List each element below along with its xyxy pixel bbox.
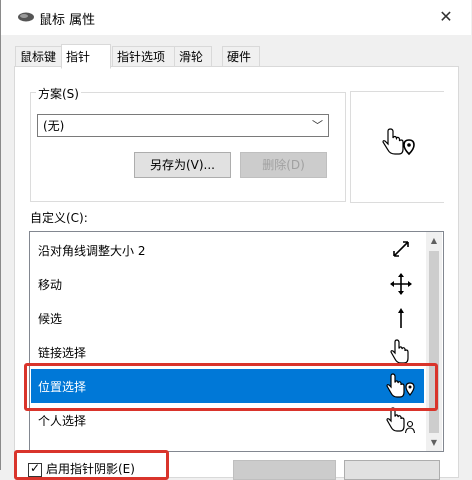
- list-item[interactable]: 候选: [31, 301, 424, 335]
- diagonal-resize-icon: [393, 241, 409, 257]
- mouse-app-icon: [18, 12, 34, 22]
- list-item[interactable]: 移动: [31, 267, 424, 301]
- delete-button[interactable]: 删除(D): [240, 152, 327, 178]
- tab-pointers[interactable]: 指针: [61, 44, 111, 69]
- use-default-button[interactable]: [233, 460, 336, 480]
- move-icon: [390, 273, 412, 295]
- scheme-select[interactable]: (无) ﹀: [37, 114, 329, 137]
- selected-item-highlight-box: [24, 363, 438, 411]
- scheme-label: 方案(S): [36, 85, 81, 102]
- save-as-button[interactable]: 另存为(V)...: [134, 152, 231, 178]
- tab-pointer-options[interactable]: 指针选项: [112, 46, 176, 67]
- tab-hardware[interactable]: 硬件: [222, 46, 260, 67]
- scheme-group: [30, 92, 346, 202]
- list-item-label: 个人选择: [38, 414, 87, 428]
- hand-pin-icon: [382, 128, 415, 156]
- window-title: 鼠标 属性: [39, 13, 96, 28]
- tab-wheel[interactable]: 滑轮: [174, 46, 212, 67]
- custom-label: 自定义(C):: [30, 211, 88, 225]
- chevron-down-icon: ﹀: [312, 119, 323, 132]
- hand-icon: [390, 339, 409, 364]
- list-item[interactable]: 沿对角线调整大小 2: [31, 233, 424, 267]
- cursor-list[interactable]: 沿对角线调整大小 2 移动 候选 链接选择 位置选择 个人选择 ▲ ▼: [29, 231, 444, 452]
- list-item-label: 移动: [38, 278, 63, 292]
- scheme-selected-value: (无): [43, 119, 65, 133]
- list-item-label: 链接选择: [38, 346, 87, 360]
- list-item-label: 沿对角线调整大小 2: [38, 244, 146, 258]
- shadow-option-highlight-box: [14, 450, 169, 480]
- tab-mouse-buttons[interactable]: 鼠标键: [15, 46, 63, 67]
- close-button[interactable]: ✕: [431, 6, 461, 28]
- scroll-down-icon[interactable]: ▼: [426, 434, 442, 451]
- browse-button[interactable]: [344, 460, 440, 480]
- scroll-up-icon[interactable]: ▲: [426, 232, 442, 249]
- list-item-label: 候选: [38, 312, 63, 326]
- title-bar: 鼠标 属性 ✕: [1, 0, 471, 35]
- up-arrow-icon: [398, 308, 404, 328]
- pointer-preview: [350, 91, 444, 203]
- list-scrollbar[interactable]: ▲ ▼: [426, 232, 442, 451]
